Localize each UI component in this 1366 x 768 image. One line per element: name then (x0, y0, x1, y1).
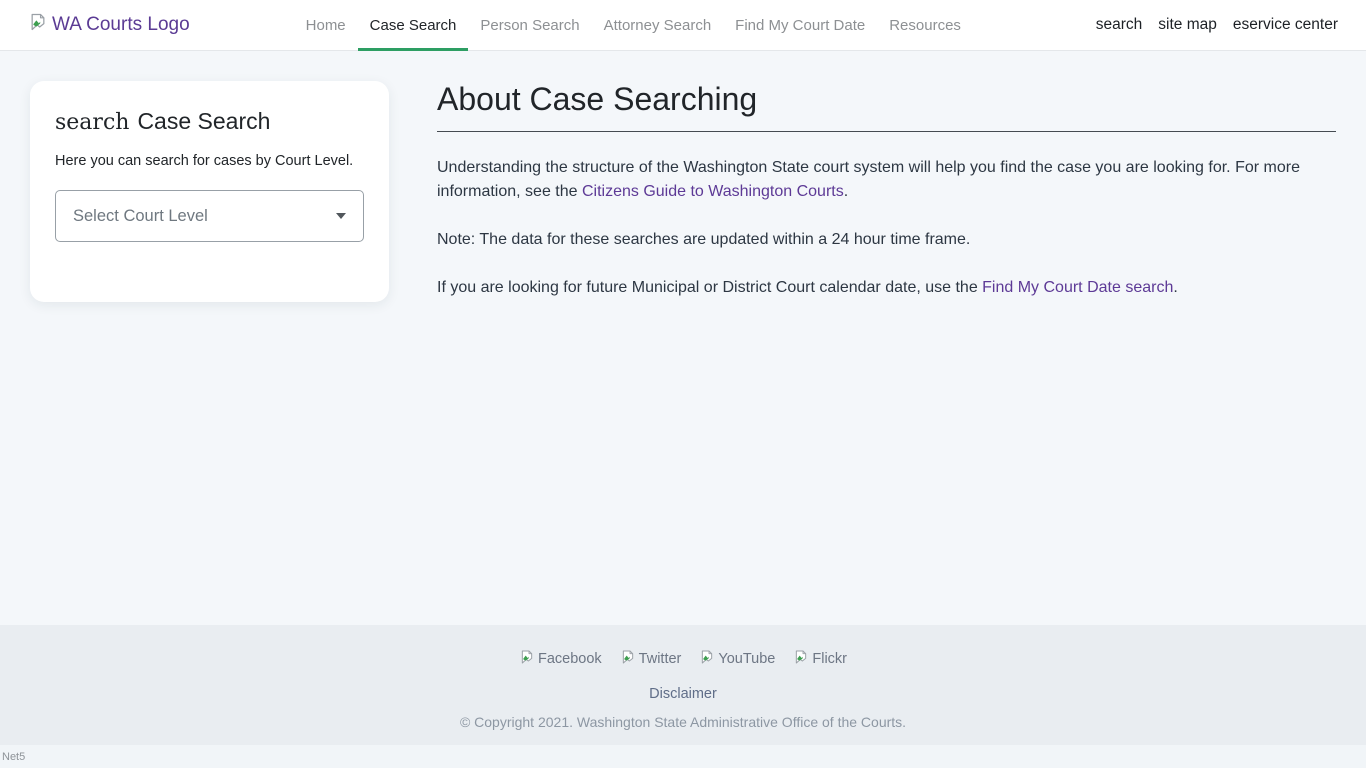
copyright-text: © Copyright 2021. Washington State Admin… (460, 714, 906, 730)
broken-image-icon (793, 649, 809, 669)
utility-eservice-center-link[interactable]: eservice center (1233, 16, 1338, 34)
search-icon: search (55, 110, 129, 135)
utility-nav: search site map eservice center (1096, 0, 1338, 50)
utility-site-map-link[interactable]: site map (1158, 16, 1217, 34)
logo-alt-text: WA Courts Logo (52, 14, 190, 36)
article-paragraph-2: Note: The data for these searches are up… (437, 228, 1336, 252)
page-footer: Facebook Twitter YouTube (0, 625, 1366, 745)
chevron-down-icon (336, 213, 346, 219)
broken-image-icon (28, 12, 48, 38)
nav-item-case-search[interactable]: Case Search (358, 0, 469, 50)
court-level-select-value: Select Court Level (73, 207, 208, 226)
flickr-alt-text: Flickr (812, 651, 847, 667)
youtube-alt-text: YouTube (718, 651, 775, 667)
citizens-guide-link[interactable]: Citizens Guide to Washington Courts (582, 183, 844, 200)
browser-status-bar: Net5 (0, 745, 1366, 768)
nav-item-attorney-search[interactable]: Attorney Search (592, 0, 724, 50)
main-content: search Case Search Here you can search f… (0, 51, 1366, 625)
broken-image-icon (699, 649, 715, 669)
facebook-link[interactable]: Facebook (519, 649, 602, 669)
youtube-link[interactable]: YouTube (699, 649, 775, 669)
article-paragraph-1: Understanding the structure of the Washi… (437, 156, 1336, 204)
primary-nav: Home Case Search Person Search Attorney … (294, 0, 973, 50)
utility-search-link[interactable]: search (1096, 16, 1143, 34)
about-case-searching-article: About Case Searching Understanding the s… (437, 79, 1336, 300)
case-search-card-description: Here you can search for cases by Court L… (55, 153, 364, 169)
nav-item-resources[interactable]: Resources (877, 0, 973, 50)
social-links-row: Facebook Twitter YouTube (519, 649, 847, 669)
twitter-link[interactable]: Twitter (620, 649, 682, 669)
top-navbar: WA Courts Logo Home Case Search Person S… (0, 0, 1366, 51)
paragraph-1-text: Understanding the structure of the Washi… (437, 159, 1300, 200)
facebook-alt-text: Facebook (538, 651, 602, 667)
flickr-link[interactable]: Flickr (793, 649, 847, 669)
case-search-card-title: search Case Search (55, 108, 364, 135)
case-search-card: search Case Search Here you can search f… (30, 81, 389, 302)
case-search-card-title-text: Case Search (137, 108, 270, 135)
nav-item-person-search[interactable]: Person Search (468, 0, 591, 50)
article-paragraph-3: If you are looking for future Municipal … (437, 276, 1336, 300)
nav-item-home[interactable]: Home (294, 0, 358, 50)
court-level-select[interactable]: Select Court Level (55, 190, 364, 242)
twitter-alt-text: Twitter (639, 651, 682, 667)
page-title: About Case Searching (437, 79, 1336, 132)
disclaimer-link[interactable]: Disclaimer (649, 686, 717, 702)
paragraph-3-text: If you are looking for future Municipal … (437, 279, 982, 296)
paragraph-3-period: . (1173, 279, 1177, 296)
broken-image-icon (519, 649, 535, 669)
broken-image-icon (620, 649, 636, 669)
find-my-court-date-search-link[interactable]: Find My Court Date search (982, 279, 1173, 296)
nav-item-find-my-court-date[interactable]: Find My Court Date (723, 0, 877, 50)
paragraph-1-period: . (844, 183, 848, 200)
status-bar-text: Net5 (0, 751, 25, 763)
wa-courts-logo-link[interactable]: WA Courts Logo (28, 0, 190, 50)
